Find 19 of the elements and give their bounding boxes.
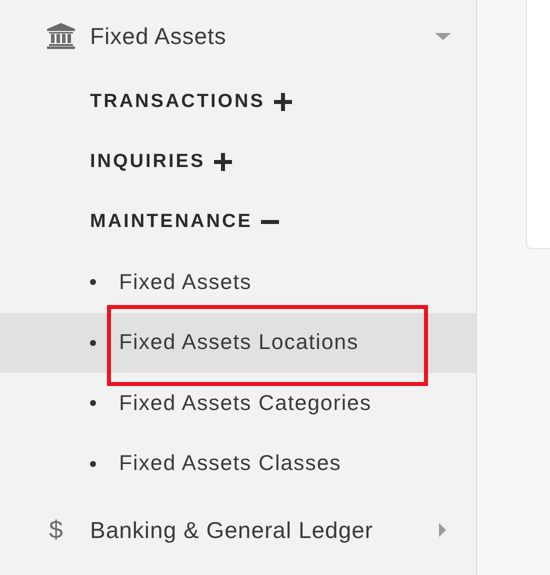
module-item[interactable]: $ Banking & General Ledger xyxy=(0,499,476,561)
caret-icon xyxy=(439,523,446,537)
bullet-icon xyxy=(90,340,96,346)
plus-icon xyxy=(214,153,232,171)
bullet-icon xyxy=(90,279,96,286)
bullet-icon xyxy=(90,400,96,406)
menu-item[interactable]: Fixed Assets Locations xyxy=(0,312,476,373)
menu-item[interactable]: Fixed Assets Categories xyxy=(0,373,476,434)
bullet-icon xyxy=(90,460,96,467)
dollar-icon: $ xyxy=(47,516,75,544)
module-item[interactable]: Fixed Assets xyxy=(0,0,476,72)
menu-item[interactable]: Fixed Assets xyxy=(0,252,476,312)
section-toggle[interactable]: TRANSACTIONS xyxy=(90,91,292,113)
section-toggle[interactable]: INQUIRIES xyxy=(90,151,232,173)
plus-icon xyxy=(274,93,292,111)
section-toggle[interactable]: MAINTENANCE xyxy=(90,211,280,233)
bank-icon xyxy=(47,23,75,49)
menu-item[interactable]: Fixed Assets Classes xyxy=(0,434,476,494)
caret-icon xyxy=(435,32,451,40)
